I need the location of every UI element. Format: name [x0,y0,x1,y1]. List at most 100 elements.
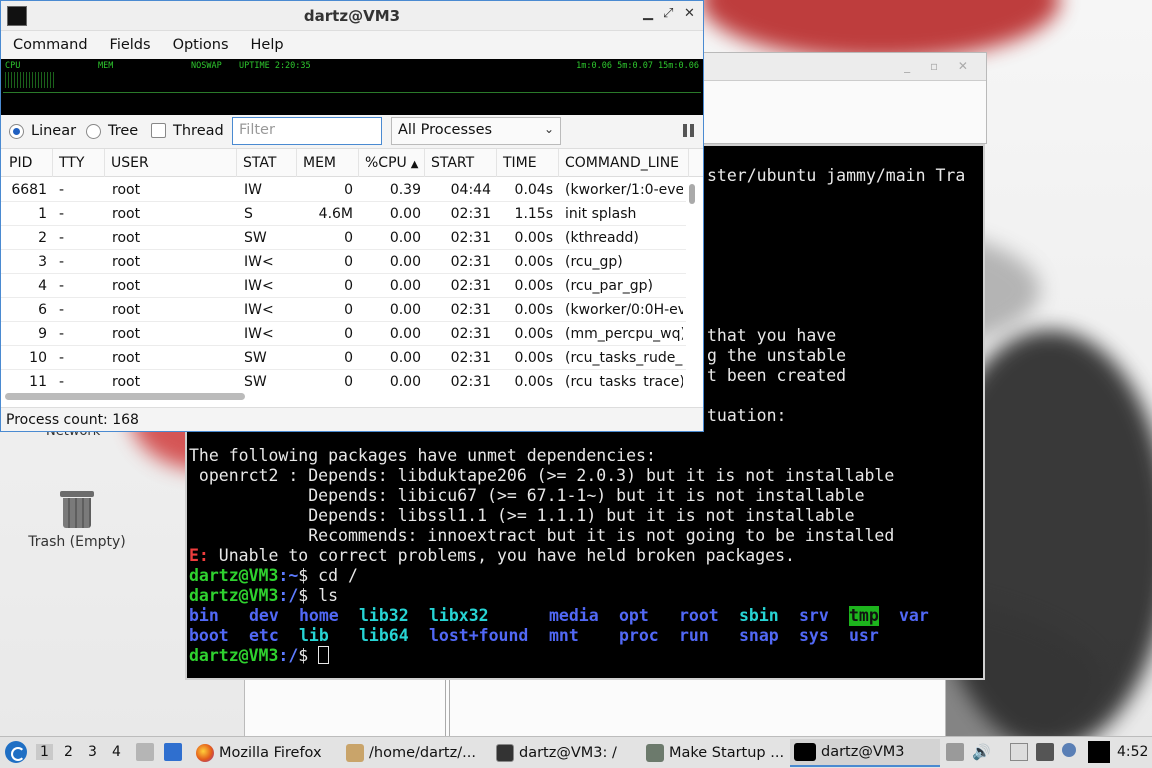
menu-options[interactable]: Options [173,37,229,53]
terminal-icon [794,743,816,761]
ls-entry: proc [619,626,659,645]
task-firefox[interactable]: Mozilla Firefox [196,739,322,767]
task-file-manager[interactable]: /home/dartz/... [346,739,476,767]
cell-user: root [112,326,141,342]
cell-time: 0.00s [514,326,553,342]
terminal-icon [496,744,514,762]
prompt-user: dartz@VM3 [189,566,279,585]
ls-entry: lib [299,626,329,645]
table-row[interactable]: 1 - root S 4.6M 0.00 02:31 1.15s init sp… [1,202,686,226]
network-icon[interactable] [1036,743,1054,761]
cell-tty: - [59,254,65,270]
cell-pid: 9 [38,326,47,342]
horizontal-scrollbar[interactable] [5,393,245,400]
column-header-mem[interactable]: MEM [297,149,359,177]
cell-time: 0.00s [514,278,553,294]
vertical-scrollbar[interactable] [687,181,697,387]
task-process-manager[interactable]: dartz@VM3 [790,739,940,767]
cell-user: root [112,230,141,246]
cell-stat: IW [244,182,262,198]
thread-checkbox-label[interactable]: Thread [173,123,224,139]
ls-entry: dev [249,606,279,625]
minimize-icon[interactable]: ▁ [643,6,653,21]
cell-cpu: 0.00 [389,374,421,388]
chevron-down-icon: ⌄ [543,122,554,136]
table-row[interactable]: 11 - root SW 0 0.00 02:31 0.00s (rcu_tas… [1,370,686,388]
column-header-tty[interactable]: TTY [53,149,105,177]
tree-radio[interactable] [86,124,101,139]
keyboard-indicator-icon[interactable] [946,743,964,761]
start-menu-icon[interactable] [5,741,27,763]
cell-pid: 11 [29,374,47,388]
cell-command: (kworker/1:0-events) [565,182,683,198]
volume-icon[interactable]: 🔊 [972,743,991,761]
show-desktop-icon[interactable] [164,743,182,761]
table-row[interactable]: 9 - root IW< 0 0.00 02:31 0.00s (mm_perc… [1,322,686,346]
table-row[interactable]: 6 - root IW< 0 0.00 02:31 0.00s (kworker… [1,298,686,322]
task-terminal[interactable]: dartz@VM3: / [496,739,617,767]
linear-radio-label[interactable]: Linear [31,123,76,139]
clock[interactable]: 4:52 [1117,744,1148,760]
thread-checkbox[interactable] [151,123,166,138]
cell-stat: SW [244,350,267,366]
cell-pid: 6681 [11,182,47,198]
cell-stat: IW< [244,254,274,270]
table-row[interactable]: 2 - root SW 0 0.00 02:31 0.00s (kthreadd… [1,226,686,250]
process-table[interactable]: 6681 - root IW 0 0.39 04:44 0.04s (kwork… [1,178,686,388]
clipboard-icon[interactable] [1010,743,1028,761]
menu-help[interactable]: Help [251,37,284,53]
table-row[interactable]: 10 - root SW 0 0.00 02:31 0.00s (rcu_tas… [1,346,686,370]
workspace-2[interactable]: 2 [64,744,73,760]
update-notifier-icon[interactable] [1062,743,1076,757]
column-header-cpu[interactable]: %CPU ▲ [359,149,425,177]
close-icon[interactable]: ✕ [684,6,695,21]
workspace-3[interactable]: 3 [88,744,97,760]
menu-fields[interactable]: Fields [110,37,151,53]
process-manager-window[interactable]: dartz@VM3 ▁ ⤢ ✕ Command Fields Options H… [0,0,704,432]
scrollbar-thumb[interactable] [689,184,695,204]
table-row[interactable]: 3 - root IW< 0 0.00 02:31 0.00s (rcu_gp) [1,250,686,274]
terminal-line: The following packages have unmet depend… [189,446,656,465]
column-header-stat[interactable]: STAT [237,149,297,177]
linear-radio[interactable] [9,124,24,139]
terminal-line: openrct2 : Depends: libduktape206 (>= 2.… [189,466,895,485]
file-manager-launcher-icon[interactable] [136,743,154,761]
cell-time: 0.00s [514,254,553,270]
menu-command[interactable]: Command [13,37,88,53]
pause-icon[interactable] [682,124,695,137]
window-titlebar[interactable]: dartz@VM3 ▁ ⤢ ✕ [1,1,703,31]
column-header-user[interactable]: USER [105,149,237,177]
workspace-4[interactable]: 4 [112,744,121,760]
cell-start: 02:31 [450,254,491,270]
prompt-path: :~ [278,566,299,585]
column-header-pid[interactable]: PID [3,149,53,177]
cell-stat: IW< [244,326,274,342]
workspace-1[interactable]: 1 [36,744,53,760]
cell-cpu: 0.00 [389,254,421,270]
workspace-preview-icon[interactable] [1088,741,1110,763]
cell-user: root [112,278,141,294]
column-header-start[interactable]: START [425,149,497,177]
tree-radio-label[interactable]: Tree [108,123,138,139]
resource-graph: CPU MEM NOSWAP UPTIME 2:20:35 1m:0.06 5m… [1,59,703,115]
process-filter-select[interactable]: All Processes ⌄ [391,117,561,145]
cell-user: root [112,254,141,270]
ls-entry: libx32 [429,606,489,625]
table-row[interactable]: 6681 - root IW 0 0.39 04:44 0.04s (kwork… [1,178,686,202]
column-header-command[interactable]: COMMAND_LINE [559,149,689,177]
column-header-time[interactable]: TIME [497,149,559,177]
table-row[interactable]: 4 - root IW< 0 0.00 02:31 0.00s (rcu_par… [1,274,686,298]
terminal-line: Recommends: innoextract but it is not go… [189,526,895,545]
cpu-graph-label: CPU [5,61,21,71]
task-startup-disk[interactable]: Make Startup ... [646,739,784,767]
cell-start: 02:31 [450,206,491,222]
cell-tty: - [59,374,65,388]
maximize-icon[interactable]: ⤢ [663,6,673,21]
terminal-prompt-line[interactable]: dartz@VM3:/$ [189,646,330,666]
ls-entry: bin [189,606,219,625]
taskbar: 1 2 3 4 Mozilla Firefox /home/dartz/... … [0,736,1152,768]
filter-input[interactable]: Filter [232,117,382,145]
cell-command: (rcu_par_gp) [565,278,653,294]
desktop-icon-trash[interactable]: Trash (Empty) [22,488,132,550]
cell-start: 02:31 [450,278,491,294]
